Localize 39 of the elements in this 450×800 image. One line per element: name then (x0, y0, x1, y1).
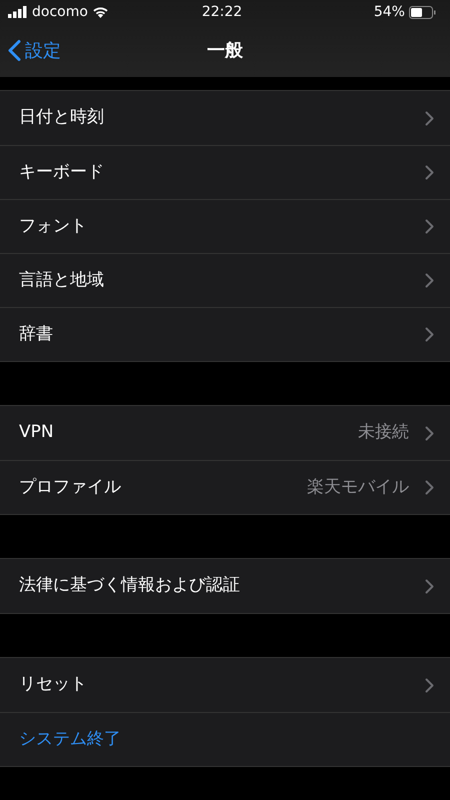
row-label: 法律に基づく情報および認証 (19, 574, 240, 598)
settings-row[interactable]: 辞書 (0, 307, 450, 361)
battery-icon (408, 6, 436, 18)
back-button[interactable]: 設定 (8, 37, 61, 64)
chevron-icon (425, 678, 434, 692)
settings-row[interactable]: キーボード (0, 145, 450, 199)
row-label: 辞書 (19, 322, 53, 346)
signal-icon (8, 6, 28, 18)
battery-percent: 54% (374, 2, 405, 22)
chevron-icon (425, 273, 434, 288)
row-label: プロファイル (19, 476, 121, 499)
settings-row[interactable]: 法律に基づく情報および認証 (0, 559, 450, 613)
action-row[interactable]: システム終了 (0, 712, 450, 766)
row-label: キーボード (19, 160, 104, 184)
row-label: 日付と時刻 (19, 106, 104, 130)
row-label: VPN (19, 421, 54, 444)
row-label: フォント (19, 214, 87, 238)
settings-row[interactable]: フォント (0, 199, 450, 253)
chevron-icon (425, 426, 434, 440)
page-title: 一般 (207, 39, 243, 63)
settings-row[interactable]: VPN 未接続 (0, 406, 450, 460)
row-value: 未接続 (358, 421, 409, 444)
chevron-icon (425, 578, 434, 594)
row-label: 言語と地域 (19, 268, 104, 292)
chevron-icon (425, 110, 434, 126)
settings-row[interactable]: プロファイル 楽天モバイル (0, 460, 450, 514)
chevron-icon (425, 480, 434, 495)
settings-row[interactable]: 日付と時刻 (0, 91, 450, 145)
clock-time: 22:22 (202, 2, 242, 22)
wifi-icon (92, 6, 109, 18)
chevron-icon (425, 165, 434, 180)
chevron-icon (425, 219, 434, 234)
chevron-icon (425, 327, 434, 342)
settings-row[interactable]: 言語と地域 (0, 253, 450, 307)
settings-row[interactable]: リセット (0, 658, 450, 712)
row-value: 楽天モバイル (307, 476, 409, 499)
carrier-name: docomo (32, 2, 88, 22)
row-label: リセット (19, 673, 87, 696)
back-chevron-icon (8, 40, 21, 62)
